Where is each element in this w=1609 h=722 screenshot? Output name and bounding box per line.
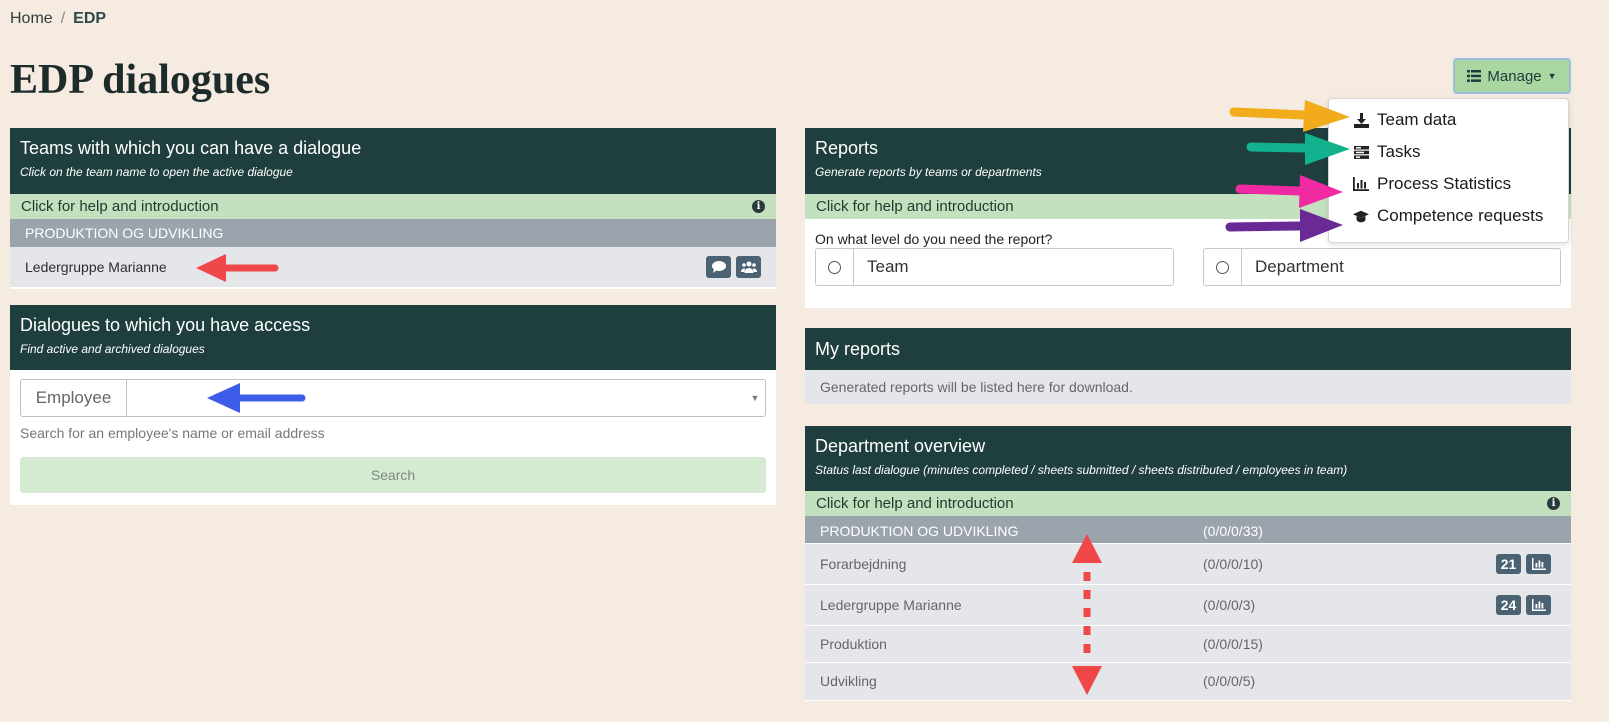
dept-group-stat: (0/0/0/33) — [1203, 523, 1263, 539]
breadcrumb: Home / EDP — [10, 10, 106, 28]
manage-label: Manage — [1487, 67, 1542, 85]
dept-row-stat: (0/0/0/3) — [1203, 597, 1256, 613]
bar-chart-icon[interactable] — [1526, 554, 1551, 574]
radio-cell — [1204, 249, 1242, 285]
dept-row[interactable]: Udvikling (0/0/0/5) — [805, 663, 1571, 701]
manage-dropdown-menu: Team data Tasks Process Statistics Compe… — [1328, 98, 1569, 243]
radio-option-team[interactable]: Team — [815, 248, 1174, 286]
menu-item-team-data[interactable]: Team data — [1353, 110, 1456, 130]
users-icon[interactable] — [736, 256, 761, 278]
info-icon: i — [1547, 497, 1560, 510]
dept-group-name: PRODUKTION OG UDVIKLING — [820, 523, 1019, 539]
help-bar-label: Click for help and introduction — [816, 495, 1014, 512]
info-icon: i — [752, 200, 765, 213]
employee-search-hint: Search for an employee's name or email a… — [20, 425, 325, 441]
dialogues-panel: Dialogues to which you have access Find … — [10, 305, 776, 505]
team-row[interactable]: Ledergruppe Marianne — [10, 247, 776, 287]
dept-row-name[interactable]: Produktion — [820, 636, 887, 652]
report-level-question: On what level do you need the report? — [815, 231, 1053, 247]
dept-row-stat: (0/0/0/15) — [1203, 636, 1263, 652]
graduation-cap-icon — [1353, 208, 1369, 224]
department-overview-panel: Department overview Status last dialogue… — [805, 426, 1571, 703]
dept-row[interactable]: Produktion (0/0/0/15) — [805, 626, 1571, 663]
dept-row-stat: (0/0/0/5) — [1203, 673, 1256, 689]
comment-icon[interactable] — [706, 256, 731, 278]
menu-item-label: Process Statistics — [1377, 174, 1512, 193]
list-icon — [1467, 70, 1482, 82]
breadcrumb-current: EDP — [73, 10, 107, 27]
caret-down-icon[interactable]: ▼ — [745, 380, 765, 416]
help-bar-label: Click for help and introduction — [21, 198, 219, 215]
radio-label: Department — [1255, 257, 1344, 276]
help-bar[interactable]: Click for help and introduction i — [10, 194, 776, 219]
search-button[interactable]: Search — [20, 457, 766, 493]
dialogues-panel-header: Dialogues to which you have access Find … — [10, 305, 776, 370]
help-bar[interactable]: Click for help and introduction i — [805, 491, 1571, 516]
dept-overview-header: Department overview Status last dialogue… — [805, 426, 1571, 491]
menu-item-label: Competence requests — [1377, 206, 1544, 225]
teams-panel-subtitle: Click on the team name to open the activ… — [20, 165, 293, 179]
department-group-row: PRODUKTION OG UDVIKLING — [10, 219, 776, 247]
dept-group-row: PRODUKTION OG UDVIKLING (0/0/0/33) — [805, 516, 1571, 544]
tasks-icon — [1353, 144, 1369, 160]
help-bar-label: Click for help and introduction — [816, 198, 1014, 215]
team-name-link[interactable]: Ledergruppe Marianne — [25, 259, 167, 275]
count-badge: 21 — [1496, 554, 1521, 574]
teams-panel-title: Teams with which you can have a dialogue — [20, 138, 362, 158]
dept-row-name[interactable]: Ledergruppe Marianne — [820, 597, 962, 613]
caret-down-icon: ▼ — [1547, 71, 1557, 81]
team-actions — [706, 256, 761, 278]
radio-cell — [816, 249, 854, 285]
dept-row-name[interactable]: Udvikling — [820, 673, 877, 689]
radio-button[interactable] — [828, 260, 841, 274]
radio-button[interactable] — [1216, 260, 1229, 274]
radio-label: Team — [867, 257, 909, 276]
teams-panel-header: Teams with which you can have a dialogue… — [10, 128, 776, 194]
bar-chart-icon — [1353, 176, 1369, 192]
dept-row-stat: (0/0/0/10) — [1203, 556, 1263, 572]
employee-select[interactable]: Employee ▼ — [20, 379, 766, 417]
dept-row-name[interactable]: Forarbejdning — [820, 556, 906, 572]
dept-overview-title: Department overview — [815, 436, 986, 456]
menu-item-competence-requests[interactable]: Competence requests — [1353, 206, 1543, 226]
employee-field-label: Employee — [21, 380, 127, 416]
radio-option-department[interactable]: Department — [1203, 248, 1561, 286]
bar-chart-icon[interactable] — [1526, 595, 1551, 615]
menu-item-tasks[interactable]: Tasks — [1353, 142, 1420, 162]
my-reports-header: My reports — [805, 328, 1571, 370]
dept-overview-subtitle: Status last dialogue (minutes completed … — [815, 463, 1348, 477]
my-reports-panel: My reports Generated reports will be lis… — [805, 328, 1571, 404]
menu-item-label: Team data — [1377, 110, 1457, 129]
dialogues-panel-title: Dialogues to which you have access — [20, 315, 311, 335]
page-title: EDP dialogues — [10, 57, 271, 103]
teams-panel: Teams with which you can have a dialogue… — [10, 128, 776, 289]
download-icon — [1353, 112, 1369, 128]
dept-row[interactable]: Forarbejdning (0/0/0/10) 21 — [805, 544, 1571, 585]
breadcrumb-separator: / — [60, 10, 66, 27]
manage-button[interactable]: Manage ▼ — [1453, 58, 1571, 94]
count-badge: 24 — [1496, 595, 1521, 615]
my-reports-empty-text: Generated reports will be listed here fo… — [805, 370, 1571, 404]
dept-row[interactable]: Ledergruppe Marianne (0/0/0/3) 24 — [805, 585, 1571, 626]
employee-search-input[interactable] — [127, 380, 745, 416]
dialogues-panel-subtitle: Find active and archived dialogues — [20, 342, 205, 356]
my-reports-title: My reports — [815, 339, 901, 359]
breadcrumb-home[interactable]: Home — [10, 10, 53, 28]
menu-item-process-statistics[interactable]: Process Statistics — [1353, 174, 1511, 194]
menu-item-label: Tasks — [1377, 142, 1421, 161]
